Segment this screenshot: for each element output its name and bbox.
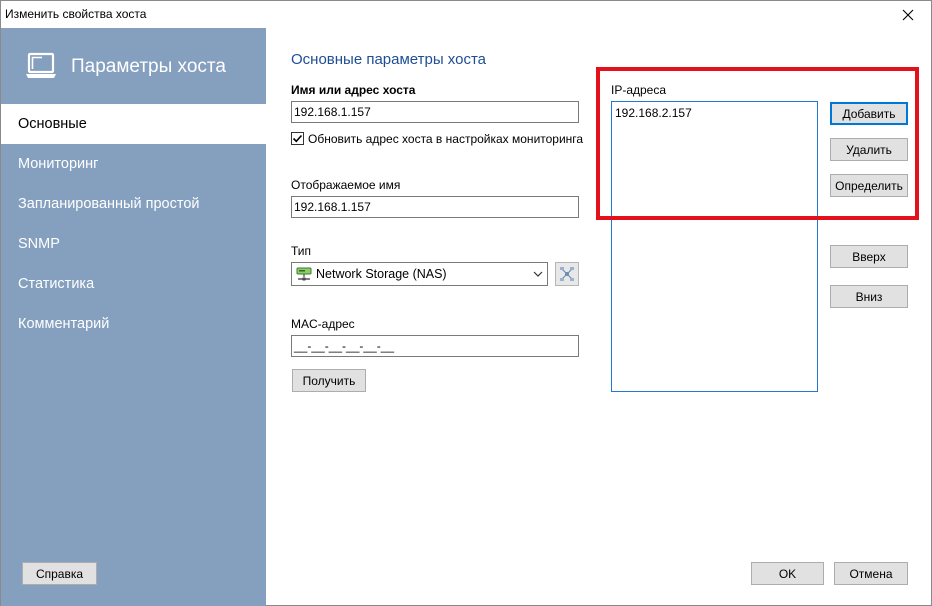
help-button[interactable]: Справка <box>22 562 97 585</box>
mac-address-input[interactable]: __-__-__-__-__-__ <box>291 335 579 357</box>
window-title: Изменить свойства хоста <box>5 7 147 21</box>
title-bar: Изменить свойства хоста <box>1 1 931 28</box>
list-item[interactable]: 192.168.2.157 <box>615 105 814 121</box>
sidebar-item-statistics[interactable]: Статистика <box>1 264 266 304</box>
type-dropdown[interactable]: Network Storage (NAS) <box>291 262 548 286</box>
detect-ip-button[interactable]: Определить <box>830 174 908 197</box>
update-address-checkbox[interactable] <box>291 132 304 145</box>
laptop-icon <box>26 52 56 78</box>
sidebar: Параметры хоста Основные Мониторинг Запл… <box>1 28 266 606</box>
get-mac-button[interactable]: Получить <box>292 369 366 392</box>
sidebar-item-comment[interactable]: Комментарий <box>1 304 266 344</box>
cancel-button[interactable]: Отмена <box>834 562 908 585</box>
close-icon <box>902 9 914 20</box>
sidebar-item-monitoring[interactable]: Мониторинг <box>1 144 266 184</box>
display-name-input[interactable]: 192.168.1.157 <box>291 196 579 218</box>
delete-ip-button[interactable]: Удалить <box>830 138 908 161</box>
chevron-down-icon <box>533 271 543 277</box>
add-ip-button[interactable]: Добавить <box>830 102 908 125</box>
ok-button[interactable]: OK <box>751 562 824 585</box>
close-button[interactable] <box>885 1 931 28</box>
update-address-label[interactable]: Обновить адрес хоста в настройках монито… <box>308 132 583 146</box>
sidebar-title: Параметры хоста <box>71 56 226 77</box>
ip-addresses-label: IP-адреса <box>611 83 667 97</box>
display-name-label: Отображаемое имя <box>291 178 401 192</box>
ip-address-list[interactable]: 192.168.2.157 <box>611 101 818 392</box>
host-address-input[interactable]: 192.168.1.157 <box>291 101 579 123</box>
network-topology-icon <box>560 267 574 281</box>
host-address-label: Имя или адрес хоста <box>291 83 416 97</box>
sidebar-item-scheduled-downtime[interactable]: Запланированный простой <box>1 184 266 224</box>
sidebar-header: Параметры хоста <box>1 28 266 104</box>
sidebar-item-general[interactable]: Основные <box>1 104 266 144</box>
move-up-button[interactable]: Вверх <box>830 245 908 268</box>
network-storage-icon <box>296 267 312 281</box>
mac-address-label: MAC-адрес <box>291 317 355 331</box>
dialog-window: Изменить свойства хоста Параметры хоста … <box>0 0 932 606</box>
type-dropdown-value: Network Storage (NAS) <box>316 267 447 281</box>
move-down-button[interactable]: Вниз <box>830 285 908 308</box>
section-title: Основные параметры хоста <box>291 51 487 68</box>
checkmark-icon <box>292 134 303 143</box>
topology-button[interactable] <box>555 262 579 286</box>
type-label: Тип <box>291 244 312 258</box>
sidebar-item-snmp[interactable]: SNMP <box>1 224 266 264</box>
